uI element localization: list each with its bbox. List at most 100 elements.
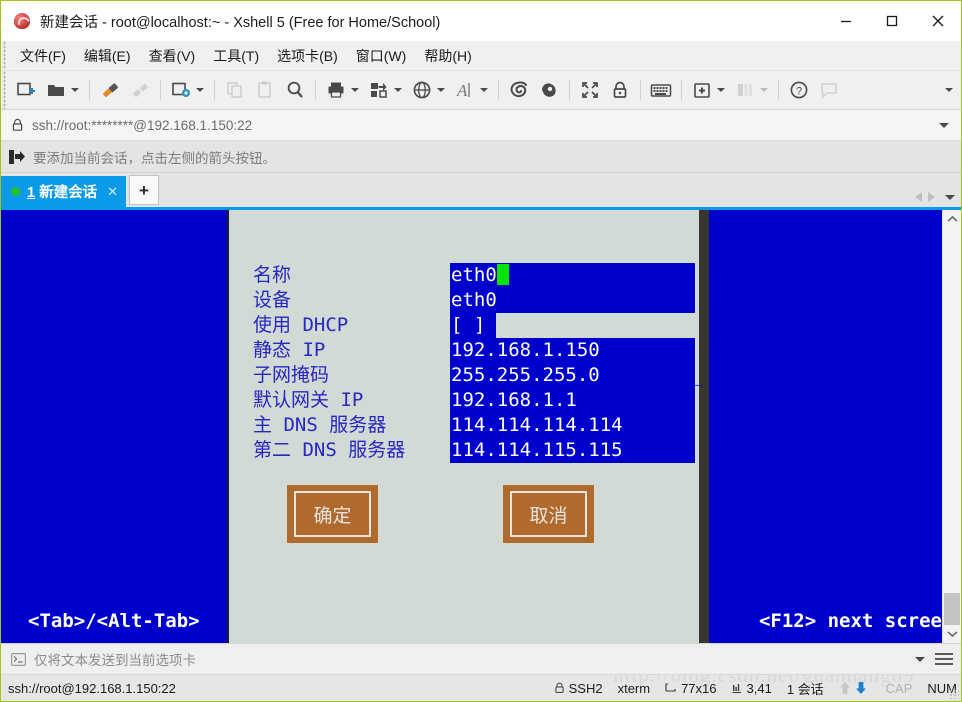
chevron-down-icon[interactable] bbox=[717, 88, 725, 92]
field-input-gateway[interactable]: 192.168.1.1__________ bbox=[450, 388, 695, 413]
help-button[interactable]: ? bbox=[784, 75, 814, 105]
xftp-button[interactable] bbox=[504, 75, 534, 105]
add-session-arrow-icon[interactable] bbox=[8, 149, 25, 165]
terminal-hint-right: <F12> next scree bbox=[724, 609, 942, 634]
tab-number: 1 bbox=[27, 185, 36, 201]
arrange-icon bbox=[733, 78, 757, 102]
chat-button bbox=[814, 75, 844, 105]
address-bar[interactable]: ssh://root:********@192.168.1.150:22 bbox=[1, 110, 961, 141]
chevron-down-icon[interactable] bbox=[196, 88, 204, 92]
cancel-button-label: 取消 bbox=[529, 504, 568, 527]
field-row-primary-dns: 主 DNS 服务器 114.114.114.114_____ bbox=[253, 413, 695, 438]
minimize-icon bbox=[841, 20, 851, 23]
chevron-down-icon bbox=[760, 88, 768, 92]
ok-button[interactable]: 确定 bbox=[287, 485, 392, 557]
terminal-prompt-icon bbox=[11, 652, 26, 666]
toolbar-separator bbox=[89, 80, 90, 100]
field-checkbox-dhcp[interactable]: [ ] bbox=[450, 313, 496, 338]
fullscreen-button[interactable] bbox=[575, 75, 605, 105]
resize-grip[interactable] bbox=[949, 689, 959, 699]
send-text-bar[interactable]: 仅将文本发送到当前选项卡 bbox=[1, 643, 961, 674]
keyboard-button[interactable] bbox=[646, 75, 676, 105]
menu-item-window[interactable]: 窗口(W) bbox=[347, 43, 416, 69]
chevron-down-icon[interactable] bbox=[351, 88, 359, 92]
toolbar-overflow-icon bbox=[945, 88, 953, 92]
chevron-left-icon[interactable] bbox=[915, 192, 922, 202]
chevron-down-icon[interactable] bbox=[945, 194, 955, 200]
terminal-screen[interactable]: 名称 eth0 设备 eth0 使用 DHCP [ ] 静态 IP 192.16… bbox=[1, 210, 942, 643]
close-button[interactable] bbox=[915, 1, 961, 41]
chevron-down-icon[interactable] bbox=[915, 656, 925, 662]
new-tab-button[interactable]: + bbox=[129, 175, 160, 205]
toolbar-separator bbox=[160, 80, 161, 100]
minimize-button[interactable] bbox=[823, 1, 869, 41]
font-button[interactable]: A bbox=[450, 75, 493, 105]
chevron-down-icon[interactable] bbox=[480, 88, 488, 92]
field-row-secondary-dns: 第二 DNS 服务器 114.114.115.115_____ bbox=[253, 438, 695, 463]
chevron-right-icon[interactable] bbox=[928, 192, 935, 202]
field-input-primary-dns[interactable]: 114.114.114.114_____ bbox=[450, 413, 695, 438]
status-bar: http://blog.csdn.net/guanhang89 ssh://ro… bbox=[1, 674, 961, 701]
menu-item-tab[interactable]: 选项卡(B) bbox=[268, 43, 347, 69]
field-row-device: 设备 eth0 bbox=[253, 288, 695, 313]
maximize-button[interactable] bbox=[869, 1, 915, 41]
chevron-down-icon[interactable] bbox=[437, 88, 445, 92]
disconnect-button bbox=[125, 75, 155, 105]
arrange-button bbox=[730, 75, 773, 105]
field-input-secondary-dns[interactable]: 114.114.115.115_____ bbox=[450, 438, 695, 463]
menu-item-edit[interactable]: 编辑(E) bbox=[75, 43, 140, 69]
add-tab-button[interactable] bbox=[687, 75, 730, 105]
toolbar-separator bbox=[640, 80, 641, 100]
scroll-down-button[interactable] bbox=[947, 625, 958, 643]
terminal-scrollbar[interactable] bbox=[942, 210, 961, 643]
status-protocol: SSH2 bbox=[554, 681, 603, 696]
font-icon: A bbox=[453, 78, 477, 102]
field-input-name[interactable]: eth0 bbox=[450, 263, 695, 288]
xshell-app-icon bbox=[13, 12, 32, 31]
menu-item-view[interactable]: 查看(V) bbox=[140, 43, 205, 69]
status-emulation: xterm bbox=[617, 680, 651, 696]
status-indicators: SSH2 xterm 77x16 3,41 1 会话 CAP NUM bbox=[539, 679, 957, 698]
session-properties-icon bbox=[169, 78, 193, 102]
lock-button[interactable] bbox=[605, 75, 635, 105]
new-session-button[interactable] bbox=[11, 75, 41, 105]
chevron-down-icon[interactable] bbox=[939, 122, 949, 128]
menu-item-help[interactable]: 帮助(H) bbox=[415, 43, 480, 69]
field-input-netmask[interactable]: 255.255.255.0_________ bbox=[450, 363, 703, 388]
scrollbar-thumb[interactable] bbox=[944, 593, 960, 625]
toolbar-separator bbox=[681, 80, 682, 100]
globe-button[interactable] bbox=[407, 75, 450, 105]
print-icon bbox=[324, 78, 348, 102]
upload-arrow-icon bbox=[839, 681, 851, 695]
tab-new-session[interactable]: 1 新建会话 ✕ bbox=[1, 176, 127, 207]
close-icon[interactable]: ✕ bbox=[107, 184, 118, 200]
cancel-button[interactable]: 取消 bbox=[503, 485, 608, 557]
toolbar-drag-grip[interactable] bbox=[1, 71, 8, 109]
add-session-hint-text: 要添加当前会话，点击左侧的箭头按钮。 bbox=[33, 150, 276, 166]
window-title: 新建会话 - root@localhost:~ - Xshell 5 (Free… bbox=[40, 14, 441, 31]
session-properties-button[interactable] bbox=[166, 75, 209, 105]
field-input-device[interactable]: eth0 bbox=[450, 288, 695, 313]
tab-label: 1 新建会话 bbox=[27, 181, 97, 202]
address-input[interactable]: ssh://root:********@192.168.1.150:22 bbox=[32, 118, 252, 133]
xagent-button[interactable] bbox=[534, 75, 564, 105]
close-icon bbox=[932, 15, 944, 27]
find-button[interactable] bbox=[280, 75, 310, 105]
scrollbar-track[interactable] bbox=[943, 228, 961, 625]
toolbar-overflow-button[interactable] bbox=[942, 71, 955, 109]
field-input-static-ip[interactable]: 192.168.1.150________ bbox=[450, 338, 695, 363]
field-label-device: 设备 bbox=[253, 289, 292, 311]
transfer-file-button[interactable] bbox=[364, 75, 407, 105]
menu-item-tools[interactable]: 工具(T) bbox=[204, 43, 268, 69]
chevron-down-icon[interactable] bbox=[71, 88, 79, 92]
menu-drag-grip[interactable] bbox=[1, 41, 8, 70]
open-session-button[interactable] bbox=[41, 75, 84, 105]
scroll-up-button[interactable] bbox=[947, 210, 958, 228]
print-button[interactable] bbox=[321, 75, 364, 105]
chevron-down-icon[interactable] bbox=[394, 88, 402, 92]
hamburger-icon[interactable] bbox=[935, 653, 953, 665]
add-tab-icon bbox=[690, 78, 714, 102]
field-label-dhcp: 使用 DHCP bbox=[253, 314, 349, 336]
menu-item-file[interactable]: 文件(F) bbox=[11, 43, 75, 69]
connect-button[interactable] bbox=[95, 75, 125, 105]
